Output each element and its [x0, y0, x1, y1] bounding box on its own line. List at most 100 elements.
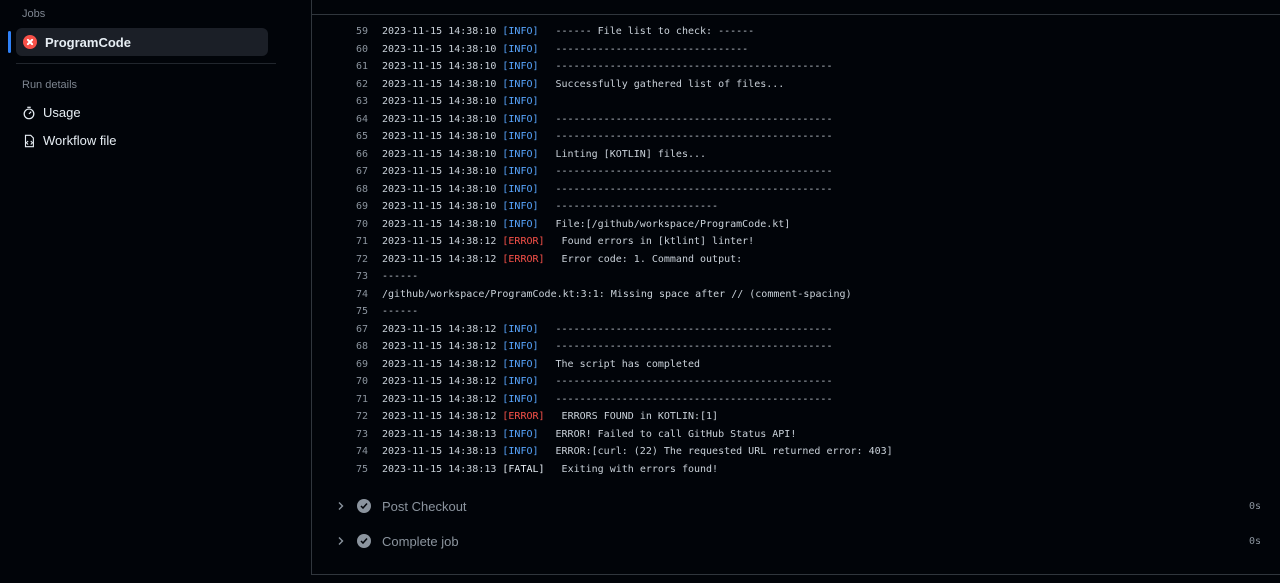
line-number[interactable]: 71 — [312, 236, 368, 247]
log-text: ------ — [382, 306, 419, 318]
log-level: [INFO] — [502, 131, 539, 143]
log-timestamp: 2023-11-15 14:38:10 — [382, 43, 497, 55]
log-message: Exiting with errors found! — [561, 463, 719, 475]
line-number[interactable]: 67 — [312, 166, 368, 177]
log-message: ----------------------------------------… — [555, 376, 833, 388]
log-message: -------------------------------- — [555, 43, 749, 55]
log-timestamp: 2023-11-15 14:38:10 — [382, 218, 497, 230]
log-line: 68 2023-11-15 14:38:10 [INFO] -------------… — [312, 181, 1280, 199]
log-line: 71 2023-11-15 14:38:12 [ERROR] Found errors… — [312, 233, 1280, 251]
usage-link[interactable]: Usage — [22, 105, 81, 120]
step-duration: 0s — [1248, 500, 1261, 512]
line-number[interactable]: 68 — [312, 341, 368, 352]
log-timestamp: 2023-11-15 14:38:12 — [382, 393, 497, 405]
log-line: 65 2023-11-15 14:38:10 [INFO] -------------… — [312, 128, 1280, 146]
log-line: 64 2023-11-15 14:38:10 [INFO] -------------… — [312, 111, 1280, 129]
log-text: /github/workspace/ProgramCode.kt:3:1: Mi… — [382, 288, 852, 300]
log-timestamp: 2023-11-15 14:38:13 — [382, 446, 497, 458]
line-number[interactable]: 75 — [312, 306, 368, 317]
line-number[interactable]: 60 — [312, 44, 368, 55]
log-level: [INFO] — [502, 341, 539, 353]
log-level: [INFO] — [502, 78, 539, 90]
log-message: Linting [KOTLIN] files... — [555, 148, 707, 160]
log-message: The script has completed — [555, 358, 701, 370]
log-level: [INFO] — [502, 323, 539, 335]
divider — [16, 63, 276, 64]
line-number[interactable]: 59 — [312, 26, 368, 37]
log-line: 70 2023-11-15 14:38:10 [INFO] File:[/github… — [312, 216, 1280, 234]
log-timestamp: 2023-11-15 14:38:12 — [382, 341, 497, 353]
log-level: [INFO] — [502, 183, 539, 195]
log-level: [INFO] — [502, 376, 539, 388]
log-line: 69 2023-11-15 14:38:12 [INFO] The script ha… — [312, 356, 1280, 374]
log-line: 66 2023-11-15 14:38:10 [INFO] Linting [KOTL… — [312, 146, 1280, 164]
log-line: 72 2023-11-15 14:38:12 [ERROR] Error code: … — [312, 251, 1280, 269]
line-number[interactable]: 71 — [312, 394, 368, 405]
log-timestamp: 2023-11-15 14:38:12 — [382, 411, 497, 423]
log-line: 63 2023-11-15 14:38:10 [INFO] — [312, 93, 1280, 111]
log-message: File:[/github/workspace/ProgramCode.kt] — [555, 218, 791, 230]
log-message: ----------------------------------------… — [555, 341, 833, 353]
log-timestamp: 2023-11-15 14:38:12 — [382, 253, 497, 265]
log-level: [INFO] — [502, 428, 539, 440]
log-level: [INFO] — [502, 43, 539, 55]
log-text: ------ — [382, 271, 419, 283]
log-timestamp: 2023-11-15 14:38:10 — [382, 113, 497, 125]
job-item-programcode[interactable]: ProgramCode — [16, 28, 268, 56]
line-number[interactable]: 68 — [312, 184, 368, 195]
log-message: --------------------------- — [555, 201, 719, 213]
workflow-file-link[interactable]: Workflow file — [22, 133, 116, 148]
log-timestamp: 2023-11-15 14:38:10 — [382, 96, 497, 108]
file-code-icon — [24, 134, 34, 147]
log-line: 73 ------ — [312, 268, 1280, 286]
log-level: [INFO] — [502, 96, 539, 108]
log-level: [INFO] — [502, 166, 539, 178]
step-post-checkout[interactable]: Post Checkout 0s — [312, 491, 1280, 521]
log-panel: 59 2023-11-15 14:38:10 [INFO] ------ File l… — [311, 0, 1280, 575]
log-line: 67 2023-11-15 14:38:10 [INFO] -------------… — [312, 163, 1280, 181]
sidebar: Jobs ProgramCode Run details Usage Workf… — [0, 0, 290, 583]
log-timestamp: 2023-11-15 14:38:10 — [382, 148, 497, 160]
log-timestamp: 2023-11-15 14:38:13 — [382, 428, 497, 440]
line-number[interactable]: 66 — [312, 149, 368, 160]
line-number[interactable]: 75 — [312, 464, 368, 475]
log-message: ------ File list to check: ------ — [555, 26, 755, 38]
line-number[interactable]: 64 — [312, 114, 368, 125]
line-number[interactable]: 62 — [312, 79, 368, 90]
log-message: ----------------------------------------… — [555, 61, 833, 73]
log-timestamp: 2023-11-15 14:38:13 — [382, 463, 497, 475]
job-name: ProgramCode — [45, 34, 131, 50]
line-number[interactable]: 65 — [312, 131, 368, 142]
line-number[interactable]: 69 — [312, 201, 368, 212]
line-number[interactable]: 61 — [312, 61, 368, 72]
line-number[interactable]: 74 — [312, 289, 368, 300]
line-number[interactable]: 72 — [312, 411, 368, 422]
usage-label: Usage — [43, 105, 81, 120]
line-number[interactable]: 63 — [312, 96, 368, 107]
line-number[interactable]: 67 — [312, 324, 368, 335]
line-number[interactable]: 70 — [312, 219, 368, 230]
line-number[interactable]: 74 — [312, 446, 368, 457]
step-header — [312, 0, 1280, 15]
line-number[interactable]: 73 — [312, 429, 368, 440]
log-line: 61 2023-11-15 14:38:10 [INFO] -------------… — [312, 58, 1280, 76]
log-line: 75 2023-11-15 14:38:13 [FATAL] Exiting with… — [312, 461, 1280, 479]
check-circle-icon — [357, 499, 371, 513]
log-line: 72 2023-11-15 14:38:12 [ERROR] ERRORS FOUND… — [312, 408, 1280, 426]
jobs-heading: Jobs — [22, 8, 46, 20]
step-complete-job[interactable]: Complete job 0s — [312, 526, 1280, 556]
selected-indicator — [8, 31, 11, 53]
log-line: 69 2023-11-15 14:38:10 [INFO] -------------… — [312, 198, 1280, 216]
step-duration: 0s — [1248, 535, 1261, 547]
line-number[interactable]: 73 — [312, 271, 368, 282]
log-message: ----------------------------------------… — [555, 183, 833, 195]
log-message: ERROR:[curl: (22) The requested URL retu… — [555, 446, 893, 458]
log-level: [ERROR] — [502, 411, 545, 423]
line-number[interactable]: 72 — [312, 254, 368, 265]
line-number[interactable]: 70 — [312, 376, 368, 387]
log-message: ----------------------------------------… — [555, 131, 833, 143]
workflow-file-label: Workflow file — [43, 133, 117, 148]
log-level: [INFO] — [502, 201, 539, 213]
log-timestamp: 2023-11-15 14:38:10 — [382, 61, 497, 73]
line-number[interactable]: 69 — [312, 359, 368, 370]
